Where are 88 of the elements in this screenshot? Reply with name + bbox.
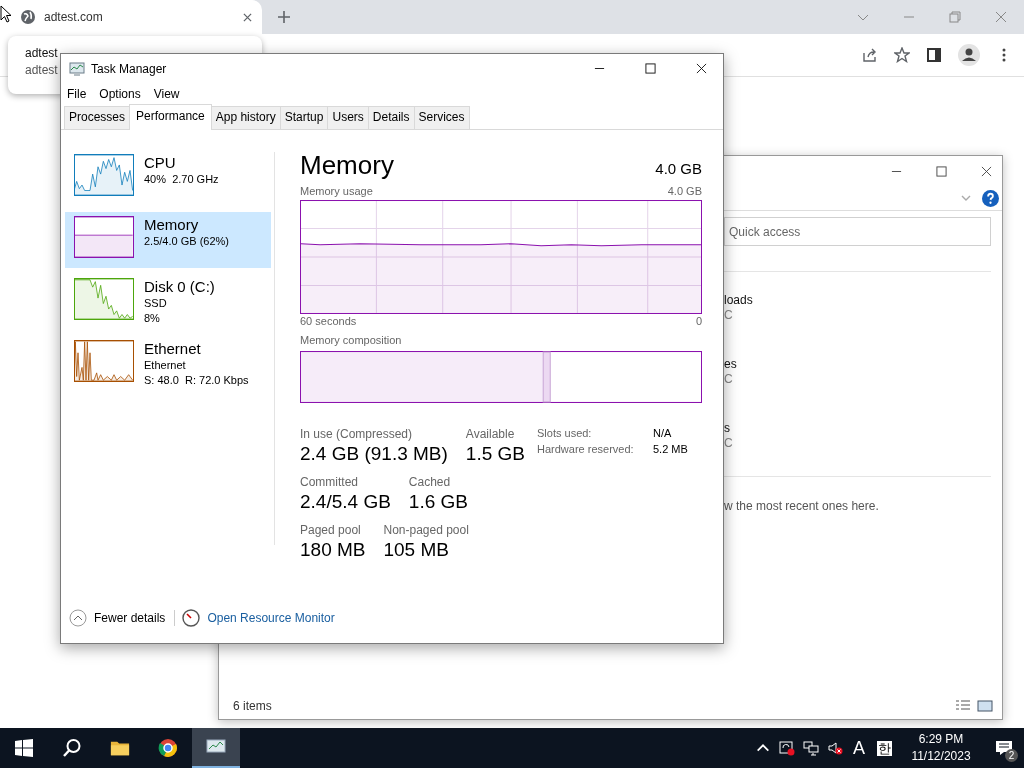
menu-item[interactable]: File <box>67 87 87 101</box>
stat-value: 1.6 GB <box>408 490 468 514</box>
help-icon[interactable] <box>982 189 999 207</box>
close-icon[interactable] <box>696 63 707 74</box>
tab[interactable]: Performance <box>129 104 212 130</box>
stat-value: 180 MB <box>300 538 366 562</box>
tab[interactable]: Services <box>413 106 470 129</box>
resource-name: CPU <box>144 154 177 172</box>
resource-reading: 40% 2.70 GHz <box>144 172 219 187</box>
korean-input-indicator[interactable]: 한 <box>877 740 892 756</box>
globe-icon <box>20 9 36 25</box>
stat-label: In use (Compressed) <box>300 427 414 441</box>
axis-end-label: 0 <box>695 314 702 328</box>
item-count: 6 items <box>233 699 272 713</box>
windows-logo-icon[interactable] <box>14 738 34 758</box>
profile-icon[interactable] <box>958 44 980 66</box>
resource-reading: Ethernet <box>144 358 187 373</box>
folder-location: C <box>724 436 734 451</box>
recent-files-note: w the most recent ones here. <box>724 499 880 513</box>
resource-reading: 8% <box>144 311 161 326</box>
side-panel-icon[interactable] <box>926 47 942 63</box>
stat-value: 105 MB <box>383 538 450 562</box>
stat-label: Hardware reserved: <box>537 443 635 455</box>
folder-location: C <box>724 372 734 387</box>
menu-item[interactable]: View <box>153 87 180 101</box>
sync-alert-icon[interactable] <box>779 740 795 756</box>
resource-reading: SSD <box>144 296 168 311</box>
search-icon[interactable] <box>62 738 82 758</box>
tiles-view-icon[interactable] <box>976 699 994 713</box>
resource-name: Memory <box>144 216 200 234</box>
folder-name[interactable]: s <box>724 421 991 436</box>
tab[interactable]: Processes <box>64 106 131 129</box>
stat-value: 2.4 GB (91.3 MB) <box>300 442 448 466</box>
total-memory: 4.0 GB <box>655 160 702 177</box>
resource-item[interactable]: Ethernet Ethernet S: 48.0 R: 72.0 Kbps <box>65 336 271 392</box>
tab[interactable]: Startup <box>279 106 329 129</box>
detail-title: Memory <box>300 150 394 181</box>
folder-location: C <box>724 308 734 323</box>
resource-item[interactable]: Disk 0 (C:) SSD 8% <box>65 274 271 330</box>
suggestion-text[interactable]: adtest <box>25 46 58 60</box>
gauge-icon <box>182 609 201 627</box>
resource-name: Ethernet <box>144 340 202 358</box>
stat-value: N/A <box>653 427 672 439</box>
collapse-icon[interactable] <box>69 609 87 627</box>
task-manager-taskbar-button[interactable] <box>192 728 240 768</box>
input-method-indicator[interactable]: A <box>853 737 865 759</box>
window-title: Task Manager <box>91 61 167 76</box>
time-span-label: 60 seconds <box>300 314 357 328</box>
monitor-graph-icon <box>69 60 85 77</box>
notification-count: 2 <box>1005 749 1018 762</box>
stat-label: Non-paged pool <box>383 523 469 537</box>
menu-item[interactable]: Options <box>99 87 141 101</box>
tab[interactable]: App history <box>210 106 281 129</box>
graph-max-label: 4.0 GB <box>667 184 702 198</box>
browser-icon[interactable] <box>158 738 178 758</box>
clock-time[interactable]: 6:29 PM <box>918 731 964 748</box>
fewer-details-link[interactable]: Fewer details <box>94 611 166 625</box>
stat-label: Available <box>465 427 516 441</box>
maximize-icon[interactable] <box>936 165 947 177</box>
resource-item[interactable]: Memory 2.5/4.0 GB (62%) <box>65 212 271 268</box>
search-field[interactable]: Quick access <box>724 217 991 246</box>
stat-value: 1.5 GB <box>465 442 525 466</box>
share-icon[interactable] <box>862 47 878 63</box>
star-icon[interactable] <box>894 47 910 63</box>
stat-value: 5.2 MB <box>653 443 688 455</box>
resource-monitor-link[interactable]: Open Resource Monitor <box>207 611 335 625</box>
new-tab-icon[interactable] <box>278 11 290 23</box>
resource-reading: 2.5/4.0 GB (62%) <box>144 234 229 249</box>
maximize-icon[interactable] <box>645 63 656 74</box>
suggestion-text[interactable]: adtest <box>25 63 58 77</box>
resource-reading: S: 48.0 R: 72.0 Kbps <box>144 373 249 388</box>
graph-label: Memory usage <box>300 184 373 198</box>
folder-name[interactable]: loads <box>724 293 991 308</box>
graph-label: Memory composition <box>300 333 402 347</box>
network-icon[interactable] <box>803 740 819 756</box>
resource-name: Disk 0 (C:) <box>144 278 215 296</box>
stat-label: Committed <box>300 475 359 489</box>
speaker-muted-icon[interactable] <box>827 740 843 756</box>
stat-label: Paged pool <box>300 523 362 537</box>
stat-label: Cached <box>408 475 452 489</box>
resource-item[interactable]: CPU 40% 2.70 GHz <box>65 150 271 206</box>
close-icon[interactable] <box>981 165 992 177</box>
tab[interactable]: Details <box>367 106 415 129</box>
stat-value: 2.4/5.4 GB <box>300 490 391 514</box>
folder-name[interactable]: es <box>724 357 991 372</box>
tab[interactable]: Users <box>327 106 369 129</box>
clock-date[interactable]: 11/12/2023 <box>911 748 971 765</box>
stat-label: Slots used: <box>537 427 593 439</box>
